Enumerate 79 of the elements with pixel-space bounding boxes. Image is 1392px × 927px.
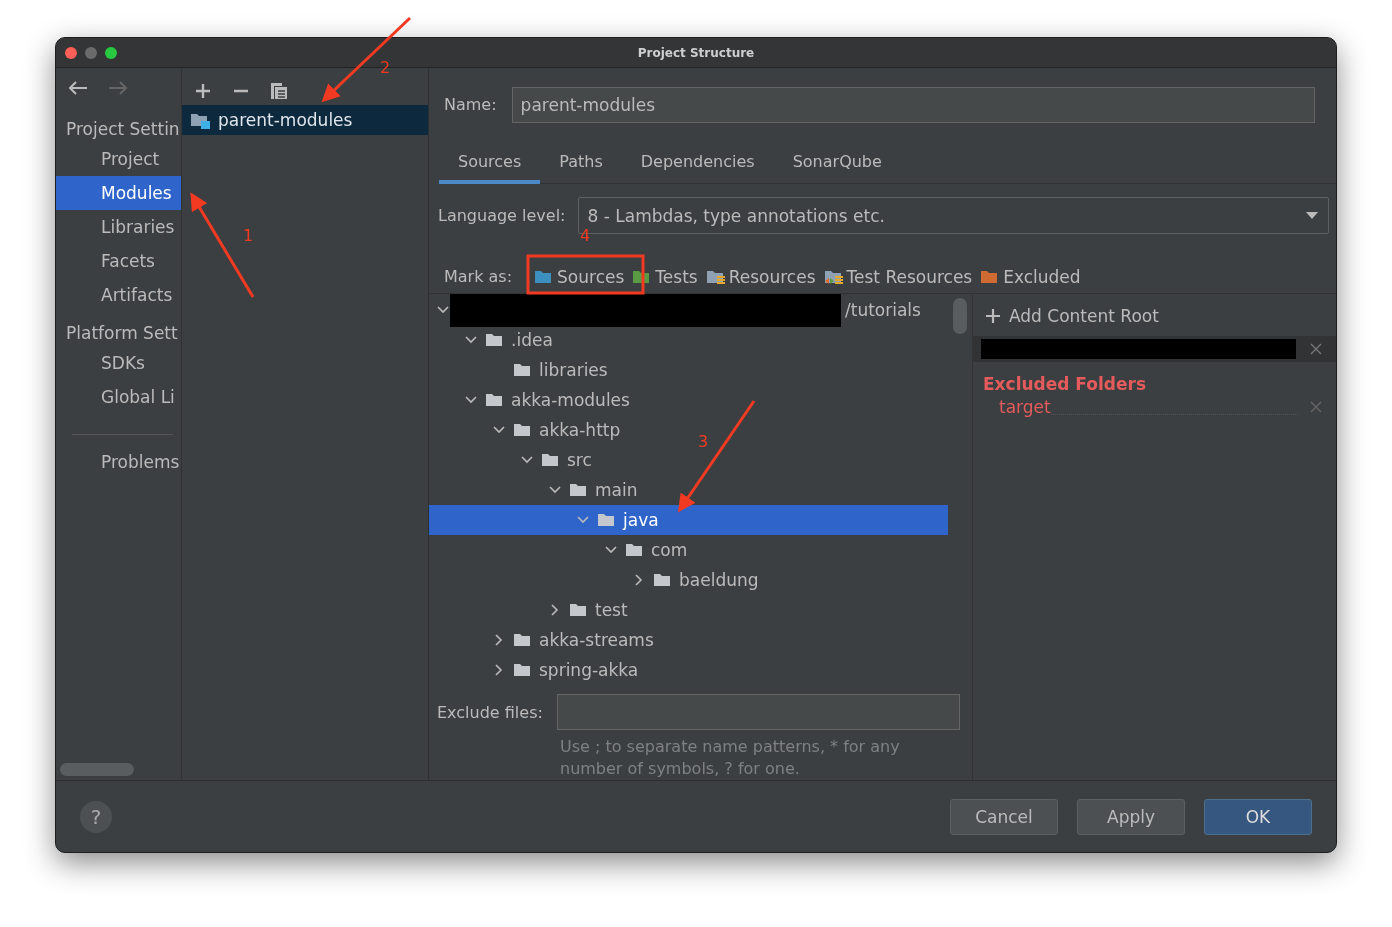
sidebar-item[interactable]: Problems [56, 445, 181, 479]
tree-row[interactable]: src [429, 445, 592, 475]
folder-name: /tutorials [845, 300, 921, 320]
mark-as-option[interactable]: Resources [705, 266, 816, 287]
add-icon[interactable] [194, 81, 212, 100]
caret-icon [1306, 211, 1318, 220]
folder-name: java [623, 510, 659, 530]
tree-row[interactable]: akka-streams [429, 625, 654, 655]
excluded-folder: target [999, 397, 1051, 417]
folder-name: akka-modules [511, 390, 630, 410]
annotation-number: 1 [243, 226, 254, 245]
folder-name: libraries [539, 360, 608, 380]
tree-row[interactable]: .idea [429, 325, 553, 355]
close-icon[interactable] [1310, 343, 1322, 355]
annotation-number: 2 [380, 58, 391, 77]
tab[interactable]: Sources [439, 143, 541, 184]
tab[interactable]: Dependencies [621, 143, 774, 180]
folder-name: main [595, 480, 638, 500]
folder-name: akka-streams [539, 630, 654, 650]
window-control[interactable] [65, 46, 77, 59]
close-icon[interactable] [1310, 401, 1322, 413]
add-icon [985, 308, 1001, 324]
tree-row[interactable]: com [429, 535, 688, 565]
hint-text: Use ; to separate name patterns, * for any number of symbols, ? for one. [559, 736, 901, 780]
dialog-button[interactable]: Cancel [950, 798, 1058, 835]
sidebar-item[interactable]: Modules [56, 176, 181, 210]
folder-name: akka-http [539, 420, 621, 440]
tab[interactable]: SonarQube [773, 143, 901, 180]
copy-icon[interactable] [270, 81, 288, 100]
sidebar-item[interactable]: Global Li [56, 380, 181, 414]
folder-name: baeldung [679, 570, 759, 590]
name-field[interactable]: parent-modules [511, 86, 1315, 123]
folder-name: com [651, 540, 688, 560]
dialog-button[interactable]: Apply [1077, 798, 1185, 835]
tree-row[interactable]: main [429, 475, 638, 505]
annotation-number: 3 [698, 432, 709, 451]
dialog-button[interactable]: OK [1204, 798, 1312, 835]
mark-as-label: Mark as: [444, 267, 513, 286]
mark-as-option[interactable]: Test Resources [823, 266, 973, 287]
exclude-files-field[interactable] [556, 694, 960, 730]
mark-as-option[interactable]: Tests [632, 266, 698, 287]
sidebar-item[interactable]: Facets [56, 244, 181, 278]
forward-arrow-icon[interactable] [107, 80, 129, 96]
section-header: Project Settin [65, 118, 181, 141]
window-control[interactable] [105, 46, 117, 59]
sidebar-item[interactable]: Project [56, 142, 181, 176]
module-folder-icon [190, 111, 212, 129]
folder-name: .idea [511, 330, 553, 350]
module-item[interactable]: parent-modules [182, 105, 428, 135]
tree-row[interactable]: akka-modules [429, 385, 630, 415]
folder-name: test [595, 600, 628, 620]
window-control[interactable] [85, 46, 97, 59]
back-arrow-icon[interactable] [67, 80, 89, 96]
mark-as-option[interactable]: Excluded [980, 266, 1081, 287]
name-label: Name: [444, 95, 497, 114]
scrollbar[interactable] [953, 298, 967, 334]
sidebar-item[interactable]: Libraries [56, 210, 181, 244]
add-content-root-button[interactable]: Add Content Root [973, 294, 1336, 330]
help-button[interactable]: ? [80, 800, 112, 833]
scrollbar[interactable] [60, 763, 134, 776]
module-name: parent-modules [218, 110, 353, 130]
tree-row[interactable]: /tutorials [429, 295, 921, 325]
window-title: Project Structure [636, 45, 756, 60]
tree-row[interactable]: libraries [429, 355, 608, 385]
tree-row[interactable]: baeldung [429, 565, 759, 595]
sidebar-item[interactable]: SDKs [56, 346, 181, 380]
tree-row[interactable]: akka-http [429, 415, 621, 445]
tree-row[interactable]: test [429, 595, 628, 625]
folder-name: spring-akka [539, 660, 639, 680]
excluded-folders-title: Excluded Folders [982, 373, 1147, 396]
mark-as-option[interactable]: Sources [534, 266, 625, 287]
exclude-files-label: Exclude files: [437, 702, 543, 722]
language-level-label: Language level: [438, 206, 566, 225]
section-header: Platform Sett [65, 322, 179, 345]
folder-name: src [567, 450, 592, 470]
tab[interactable]: Paths [540, 143, 622, 180]
tree-row[interactable]: spring-akka [429, 655, 639, 685]
sidebar-item[interactable]: Artifacts [56, 278, 181, 312]
tree-row[interactable]: java [429, 505, 948, 535]
